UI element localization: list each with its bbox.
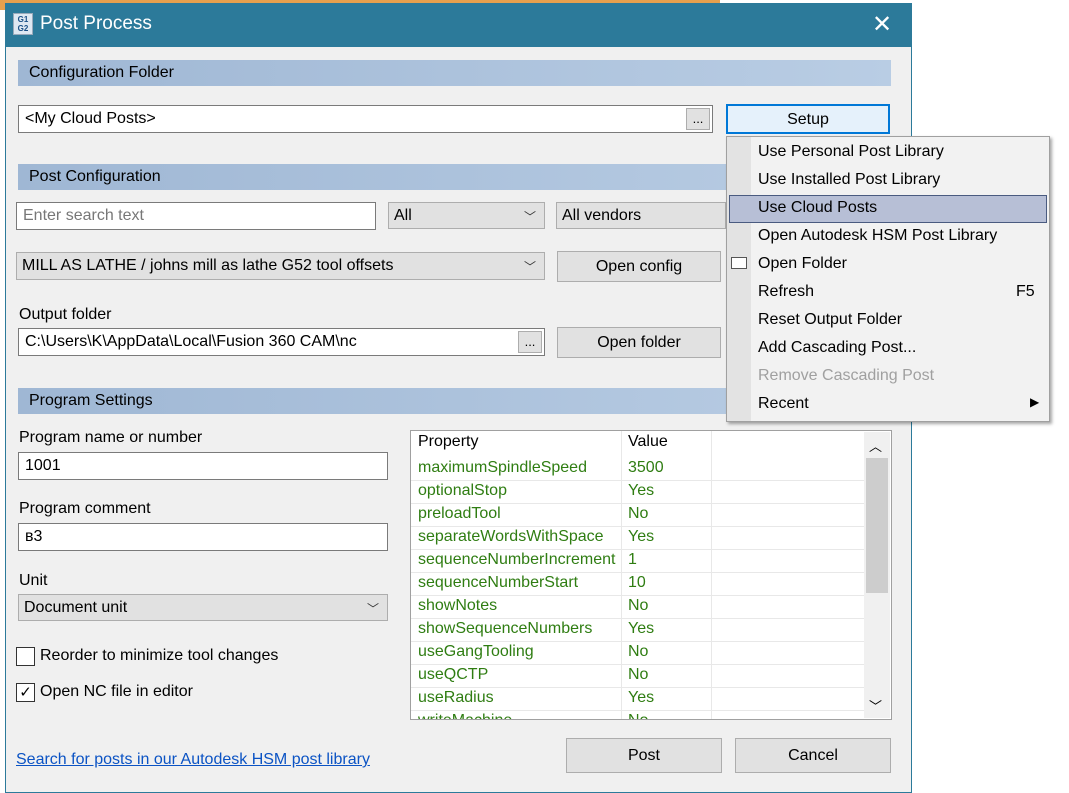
properties-table: Property Value maximumSpindleSpeed 3500 op… [410, 430, 892, 720]
property-name: preloadTool [418, 505, 501, 522]
property-value[interactable]: Yes [628, 482, 654, 500]
menu-shortcut: F5 [1016, 283, 1035, 300]
config-browse-button[interactable]: ... [686, 108, 710, 130]
program-name-label: Program name or number [19, 429, 203, 446]
property-name: sequenceNumberIncrement [418, 551, 616, 568]
unit-value: Document unit [24, 599, 128, 616]
table-row[interactable]: maximumSpindleSpeed 3500 [411, 457, 864, 481]
property-name: showNotes [418, 597, 498, 614]
table-row[interactable]: preloadTool No [411, 503, 864, 527]
property-name: useQCTP [418, 666, 489, 683]
program-name-input[interactable]: 1001 [18, 452, 388, 480]
unit-select[interactable]: Document unit ﹀ [18, 594, 388, 621]
property-name: showSequenceNumbers [418, 620, 593, 637]
chevron-down-icon: ﹀ [366, 602, 379, 616]
config-folder-input[interactable]: <My Cloud Posts> [18, 105, 713, 133]
property-value[interactable]: Yes [628, 620, 654, 638]
menu-item[interactable]: Use Personal Post Library [758, 143, 944, 161]
scrollbar-thumb[interactable] [866, 458, 888, 593]
header-property[interactable]: Property [418, 433, 478, 451]
chevron-down-icon: ﹀ [523, 260, 536, 274]
menu-item[interactable]: Refresh [758, 283, 814, 301]
table-row[interactable]: optionalStop Yes [411, 480, 864, 504]
property-value[interactable]: No [628, 712, 648, 719]
close-icon[interactable]: ✕ [872, 10, 892, 39]
program-comment-label: Program comment [19, 500, 151, 517]
section-configuration-folder: Configuration Folder [18, 60, 891, 86]
menu-item[interactable]: Add Cascading Post... [758, 339, 916, 357]
menu-item[interactable]: Use Cloud Posts [758, 199, 877, 217]
reorder-label: Reorder to minimize tool changes [40, 647, 279, 664]
folder-icon [731, 257, 747, 269]
property-name: writeMachine [418, 712, 512, 719]
search-input[interactable]: Enter search text [16, 202, 376, 230]
open-folder-button[interactable]: Open folder [557, 327, 721, 358]
property-name: separateWordsWithSpace [418, 528, 604, 545]
property-name: useGangTooling [418, 643, 534, 660]
property-name: useRadius [418, 689, 494, 706]
output-folder-input[interactable]: C:\Users\K\AppData\Local\Fusion 360 CAM\… [18, 328, 545, 356]
table-row[interactable]: useRadius Yes [411, 687, 864, 711]
scroll-down-icon[interactable]: ﹀ [869, 696, 882, 715]
filter-value: All [394, 207, 412, 224]
property-name: maximumSpindleSpeed [418, 459, 587, 476]
menu-item[interactable]: Use Installed Post Library [758, 171, 940, 189]
table-row[interactable]: showNotes No [411, 595, 864, 619]
property-value[interactable]: 3500 [628, 459, 664, 477]
unit-label: Unit [19, 572, 48, 589]
header-value[interactable]: Value [628, 433, 668, 451]
menu-item[interactable]: Open Autodesk HSM Post Library [758, 227, 997, 245]
filter-select[interactable]: All ﹀ [388, 202, 545, 229]
vendor-select[interactable]: All vendors [556, 202, 726, 229]
open-nc-checkbox[interactable]: ✓ [16, 683, 35, 702]
submenu-arrow-icon: ▶ [1030, 395, 1040, 409]
window-title: Post Process [40, 13, 152, 34]
menu-item[interactable]: Remove Cascading Post [758, 367, 934, 385]
scroll-up-icon[interactable]: ︿ [869, 436, 882, 455]
property-name: sequenceNumberStart [418, 574, 579, 591]
property-value[interactable]: 1 [628, 551, 637, 569]
property-name: optionalStop [418, 482, 507, 499]
property-value[interactable]: No [628, 597, 648, 615]
post-value: MILL AS LATHE / johns mill as lathe G52 … [22, 257, 394, 274]
search-posts-link[interactable]: Search for posts in our Autodesk HSM pos… [16, 751, 370, 769]
table-row[interactable]: showSequenceNumbers Yes [411, 618, 864, 642]
property-value[interactable]: Yes [628, 689, 654, 707]
setup-button[interactable]: Setup [726, 104, 890, 134]
property-value[interactable]: 10 [628, 574, 646, 592]
app-icon: G1 G2 [13, 13, 33, 35]
table-row[interactable]: separateWordsWithSpace Yes [411, 526, 864, 550]
property-value[interactable]: Yes [628, 528, 654, 546]
table-header: Property Value [411, 431, 864, 454]
output-folder-label: Output folder [19, 306, 112, 323]
menu-item[interactable]: Reset Output Folder [758, 311, 902, 329]
table-row[interactable]: sequenceNumberStart 10 [411, 572, 864, 596]
table-row[interactable]: sequenceNumberIncrement 1 [411, 549, 864, 573]
table-row[interactable]: useQCTP No [411, 664, 864, 688]
open-nc-label: Open NC file in editor [40, 683, 193, 700]
menu-gutter [727, 137, 751, 421]
open-config-button[interactable]: Open config [557, 251, 721, 282]
property-value[interactable]: No [628, 505, 648, 523]
table-row[interactable]: writeMachine No [411, 710, 864, 719]
post-select[interactable]: MILL AS LATHE / johns mill as lathe G52 … [16, 252, 545, 280]
reorder-checkbox[interactable] [16, 647, 35, 666]
cancel-button[interactable]: Cancel [735, 738, 891, 773]
program-comment-input[interactable]: в3 [18, 523, 388, 551]
output-browse-button[interactable]: ... [518, 331, 542, 353]
property-value[interactable]: No [628, 643, 648, 661]
property-value[interactable]: No [628, 666, 648, 684]
post-button[interactable]: Post [566, 738, 722, 773]
table-row[interactable]: useGangTooling No [411, 641, 864, 665]
vendor-value: All vendors [562, 207, 642, 224]
chevron-down-icon: ﹀ [523, 210, 536, 224]
menu-item[interactable]: Open Folder [758, 255, 847, 273]
menu-item[interactable]: Recent [758, 395, 809, 413]
